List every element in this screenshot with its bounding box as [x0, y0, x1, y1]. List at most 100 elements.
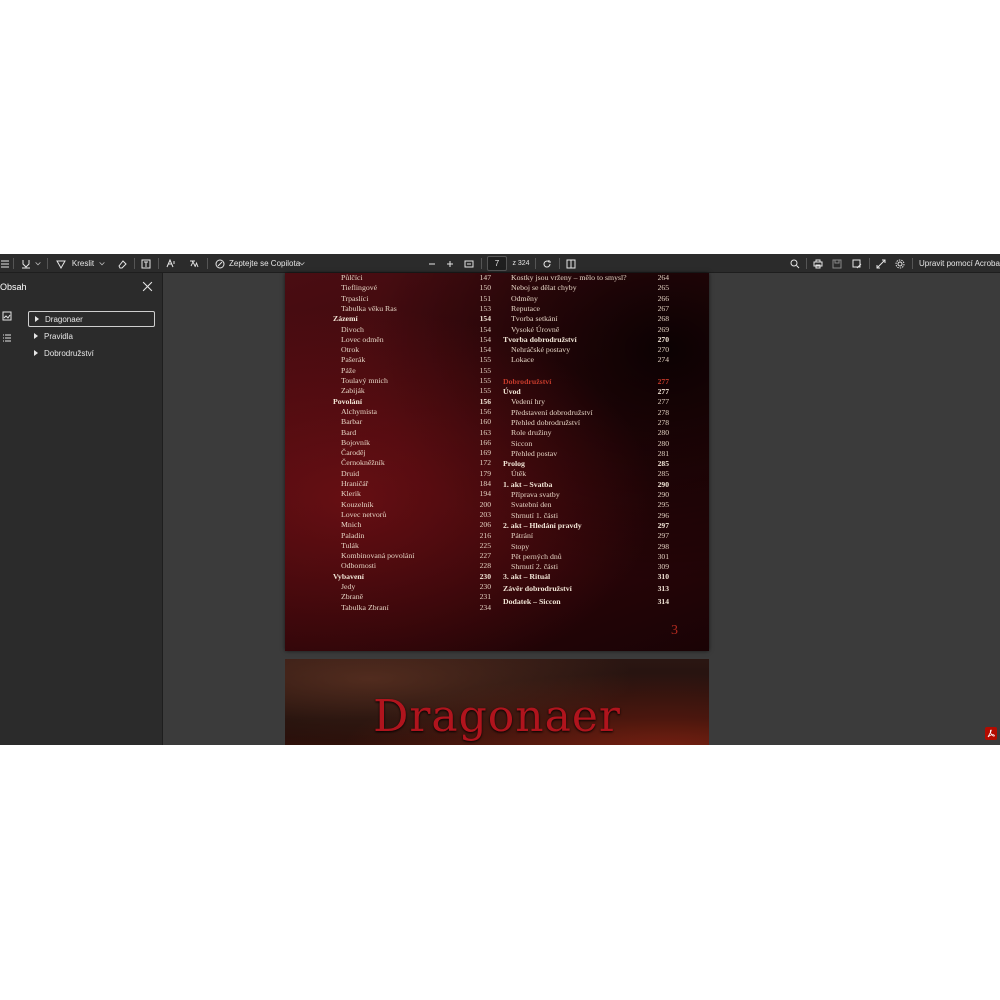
bookmark-dobrodruzstvi[interactable]: Dobrodružství	[28, 345, 155, 361]
toc-entry-page: 227	[479, 551, 491, 561]
ask-copilot-button[interactable]: Zeptejte se Copilota	[229, 254, 300, 273]
toc-entry-page: 270	[657, 334, 669, 344]
highlight-icon[interactable]	[20, 254, 32, 273]
toc-entry-title: Tieflingové	[341, 283, 378, 293]
toc-entry-page: 203	[479, 509, 491, 519]
outline-icon[interactable]	[2, 333, 12, 343]
chevron-down-icon[interactable]	[34, 254, 42, 273]
toc-entry-page: 230	[479, 571, 491, 581]
toc-entry-page: 314	[657, 597, 669, 606]
toc-entry-page: 228	[479, 561, 491, 571]
toc-entry-page: 313	[657, 583, 669, 593]
draw-button[interactable]: Kreslit	[71, 254, 95, 273]
toc-entry-page: 153	[479, 303, 491, 313]
toc-entry-title: Odbornosti	[341, 561, 377, 571]
toc-entry-page: 280	[657, 438, 669, 448]
eraser-icon[interactable]	[116, 254, 128, 273]
toc-entry-title: 3. akt – Rituál	[503, 572, 551, 582]
edit-with-acrobat-button[interactable]: Upravit pomocí Acrobat	[919, 254, 1000, 273]
acrobat-icon[interactable]	[985, 727, 997, 740]
toc-entry-title: Úvod	[503, 387, 521, 396]
toolbar-divider	[207, 258, 208, 269]
chevron-down-icon[interactable]	[298, 254, 306, 273]
page-number-input[interactable]: 7	[487, 256, 507, 271]
bookmark-dragonaer[interactable]: Dragonaer	[28, 311, 155, 327]
toc-entry-page: 155	[479, 365, 491, 375]
toc-entry-title: Dobrodružství	[503, 376, 552, 386]
toc-entry-page: 269	[657, 324, 669, 334]
search-icon[interactable]	[789, 254, 801, 273]
toc-entry-title: Klerik	[341, 489, 361, 499]
fit-page-icon[interactable]	[463, 254, 475, 273]
save-as-icon[interactable]	[851, 254, 863, 273]
copilot-icon[interactable]	[214, 254, 226, 273]
chevron-down-icon[interactable]	[98, 254, 106, 273]
zoom-in-icon[interactable]	[444, 254, 456, 273]
toc-entry-page: 267	[657, 303, 669, 313]
print-icon[interactable]	[812, 254, 824, 273]
toc-entry-page: 298	[657, 541, 669, 551]
fullscreen-icon[interactable]	[875, 254, 887, 273]
draw-pen-icon[interactable]	[55, 254, 67, 273]
toc-entry-page: 206	[479, 520, 491, 530]
toc-entry-page: 155	[479, 355, 491, 365]
toc-entry-page: 264	[657, 273, 669, 282]
toc-entry-title: Shrnutí 2. části	[511, 562, 558, 572]
toc-entry-page: 297	[657, 531, 669, 541]
toc-entry-page: 296	[657, 510, 669, 520]
close-icon[interactable]	[142, 281, 153, 292]
toc-entry-title: Bojovník	[341, 437, 371, 447]
toc-entry-title: Toulavý mnich	[341, 376, 388, 385]
toc-entry-title: Představení dobrodružství	[511, 407, 593, 417]
toolbar-divider	[158, 258, 159, 269]
pdf-viewer-window: Kreslit Zeptejte se Copilota 7 z 324 Upr…	[0, 254, 1000, 745]
settings-icon[interactable]	[894, 254, 906, 273]
bookmark-label: Dobrodružství	[44, 348, 94, 358]
expand-arrow-icon[interactable]	[34, 333, 38, 339]
text-box-icon[interactable]	[140, 254, 152, 273]
toc-entry-title: Druid	[341, 468, 360, 478]
toc-entry-title: Pátrání	[511, 531, 534, 541]
toc-entry-page: 290	[657, 479, 669, 489]
toc-entry-page: 155	[479, 386, 491, 396]
toolbar-divider	[869, 258, 870, 269]
translate-icon[interactable]	[188, 254, 200, 273]
toc-entry-page: 154	[479, 345, 491, 355]
toc-entry-title: Páže	[341, 365, 356, 375]
expand-arrow-icon[interactable]	[35, 316, 39, 322]
toc-entry-title: Mnich	[341, 520, 362, 530]
toc-entry-title: Zázemí	[333, 314, 358, 324]
toolbar-divider	[912, 258, 913, 269]
bookmark-pravidla[interactable]: Pravidla	[28, 328, 155, 344]
toolbar: Kreslit Zeptejte se Copilota 7 z 324 Upr…	[0, 254, 1000, 273]
toolbar-divider	[13, 258, 14, 269]
toc-entry-title: Pašerák	[341, 355, 366, 365]
toc-entry-title: 1. akt – Svatba	[503, 479, 553, 489]
toc-entry-page: 150	[479, 283, 491, 293]
toc-entry-page: 270	[657, 345, 669, 355]
zoom-out-icon[interactable]	[426, 254, 438, 273]
thumbnails-icon[interactable]	[2, 311, 12, 321]
save-icon[interactable]	[831, 254, 843, 273]
toc-entry-title: Odměny	[511, 293, 538, 303]
toc-entry-title: Tabulka Zbraní	[341, 602, 389, 612]
toc-entry-page: 154	[479, 314, 491, 324]
toc-entry-title: Závěr dobrodružství	[503, 583, 572, 593]
menu-icon[interactable]	[0, 254, 10, 273]
toc-entry-title: Lokace	[511, 355, 534, 365]
toolbar-divider	[559, 258, 560, 269]
document-canvas[interactable]: Půlčíci 147 Tieflingové 150 Trpaslíci 151 Tabu…	[163, 273, 1000, 745]
toc-entry-page: 274	[657, 355, 669, 365]
expand-arrow-icon[interactable]	[34, 350, 38, 356]
toc-entry-page: 179	[479, 468, 491, 478]
page-view-icon[interactable]	[565, 254, 577, 273]
read-aloud-icon[interactable]	[165, 254, 177, 273]
toc-entry-page: 285	[657, 469, 669, 479]
toc-entry-title: Tabulka věku Ras	[341, 303, 397, 313]
rotate-icon[interactable]	[541, 254, 553, 273]
toc-entry-page: 277	[657, 387, 669, 396]
toc-entry-title: Stopy	[511, 541, 530, 551]
toc-entry-page: 265	[657, 283, 669, 293]
toc-entry-title: Otrok	[341, 345, 360, 355]
toolbar-divider	[47, 258, 48, 269]
